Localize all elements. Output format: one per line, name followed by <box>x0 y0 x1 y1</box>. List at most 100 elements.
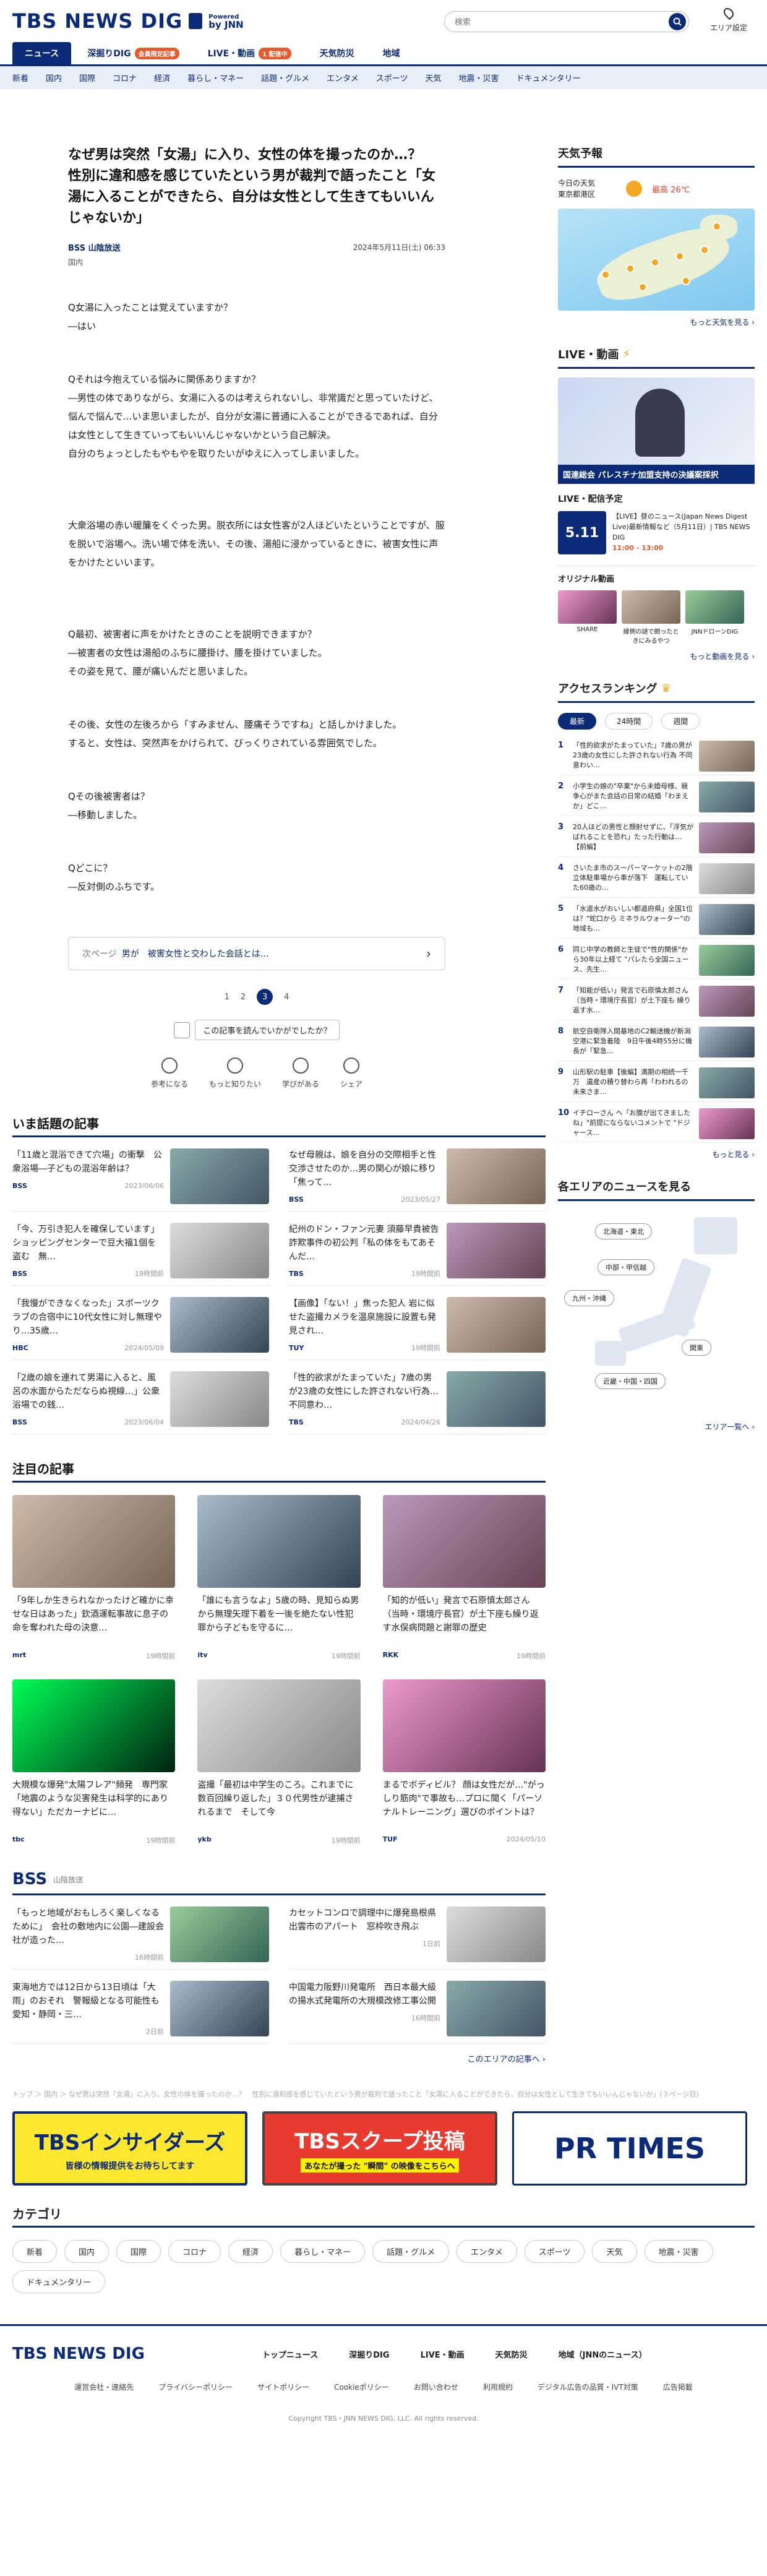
local-item[interactable]: カセットコンロで調理中に爆発島根県出雲市のアパート 窓枠吹き飛ぶ 1日前 <box>289 1895 546 1970</box>
page-link[interactable]: 2 <box>241 993 246 1002</box>
category-chip[interactable]: 新着 <box>12 2240 58 2263</box>
region-setting[interactable]: エリア設定 <box>710 6 747 33</box>
hot-item[interactable]: 「我慢ができなくなった」スポーツクラブの合宿中に10代女性に対し無理やり…35歳… <box>12 1286 269 1360</box>
subnav-item[interactable]: コロナ <box>113 72 137 84</box>
footer-sublink[interactable]: 利用規約 <box>483 2382 513 2392</box>
search-button[interactable] <box>669 13 686 30</box>
footer-link[interactable]: トップニュース <box>262 2348 318 2360</box>
live-plan-item[interactable]: 5.11 【LIVE】昼のニュース(Japan News Digest Live… <box>558 511 755 554</box>
reaction-learn[interactable]: 学びがある <box>282 1058 319 1089</box>
hot-item[interactable]: 「今、万引き犯人を確保しています」ショッピングセンターで豆大福1個を盗む 無… B… <box>12 1212 269 1286</box>
featured-item[interactable]: 「9年しか生きられなかったけど確かに幸せな日はあった」欽酒運転事故に息子の命を奪… <box>12 1495 176 1661</box>
original-video[interactable]: JNNドローンDIG <box>685 590 744 645</box>
article-category[interactable]: 国内 <box>68 257 445 267</box>
hot-item[interactable]: 「性的欲求がたまっていた」7歳の男が23歳の女性にした許されない行為…不同意わ…… <box>289 1360 546 1434</box>
tab-dig[interactable]: 深掘りDIG 会員限定記事 <box>75 42 191 64</box>
original-video[interactable]: 縁側の謎で朗ったときにみるやつ <box>622 590 680 645</box>
featured-item[interactable]: 「知的が低い」発言で石原慎太郎さん（当時・環境庁長官）が土下座も繰り返す水俣病問… <box>382 1495 546 1661</box>
subnav-item[interactable]: 話題・グルメ <box>261 72 309 84</box>
footer-sublink[interactable]: サイトポリシー <box>257 2382 309 2392</box>
search-input[interactable] <box>455 17 669 27</box>
category-chip[interactable]: 国内 <box>64 2240 109 2263</box>
hot-item[interactable]: 「11歳と混浴できて穴場」の衝撃 公衆浴場―子どもの混浴年齢は？ BSS 2023/… <box>12 1137 269 1212</box>
prtimes-banner[interactable]: PR TIMES <box>512 2111 747 2186</box>
footer-sublink[interactable]: デジタル広告の品質・IVT対策 <box>538 2382 638 2392</box>
hot-item[interactable]: 【画像】「ない！」焦った犯人 岩に似せた盗撮カメラを温泉施設に設置も発見され… T… <box>289 1286 546 1360</box>
page-link[interactable]: 1 <box>225 993 229 1002</box>
local-item[interactable]: 中国電力阪野川発電所 西日本最大級の揚水式発電所の大規模改修工事公開 16時間前 <box>289 1970 546 2044</box>
hot-item[interactable]: なぜ母親は、娘を自分の交際相手と性交渉させたのか…男の関心が娘に移り「焦って… B… <box>289 1137 546 1212</box>
hot-item[interactable]: 「2歳の娘を連れて男湯に入ると、風呂の水面からただならぬ視線…」公衆浴場での銭…… <box>12 1360 269 1434</box>
ranking-item[interactable]: 6 同じ中学の教師と生徒で"性的関係"から30年以上経て "パレたら全国ニュース、… <box>558 939 755 980</box>
category-chip[interactable]: 地震・災害 <box>644 2240 713 2263</box>
category-chip[interactable]: 国際 <box>116 2240 161 2263</box>
local-item[interactable]: 「もっと地域がおもしろく楽しくなるために」 会社の敷地内に公園―建設会社が造った… <box>12 1895 269 1970</box>
footer-sublink[interactable]: プライバシーポリシー <box>158 2382 233 2392</box>
local-item[interactable]: 東海地方では12日から13日頃は「大雨」のおそれ 警報級となる可能性も 愛知・静… <box>12 1970 269 2044</box>
reaction-more[interactable]: もっと知りたい <box>209 1058 261 1089</box>
area-button-hokkaido[interactable]: 北海道・東北 <box>595 1223 652 1239</box>
featured-item[interactable]: 盗撮「最初は中学生のころ。これまでに数百回繰り返した」３０代男性が逮捕されるまで… <box>197 1679 361 1845</box>
tab-news[interactable]: ニュース <box>12 42 72 64</box>
subnav-item[interactable]: エンタメ <box>327 72 359 84</box>
insiders-banner[interactable]: TBSインサイダーズ 皆様の情報提供をお待ちしてます <box>12 2111 247 2186</box>
category-chip[interactable]: スポーツ <box>524 2240 585 2263</box>
category-chip[interactable]: 経済 <box>228 2240 273 2263</box>
next-page-link[interactable]: 次ページ 男が 被害女性と交わした会話とは… › <box>68 937 445 970</box>
subnav-item[interactable]: スポーツ <box>376 72 408 84</box>
tab-weather[interactable]: 天気防災 <box>307 42 367 64</box>
ranking-item[interactable]: 2 小学生の娘の"卒業"から未婚母様、競争心がまた会話の日常の結婚「わまえか」どこ… <box>558 775 755 816</box>
area-button-kyushu[interactable]: 九州・沖縄 <box>564 1290 614 1306</box>
category-chip[interactable]: ドキュメンタリー <box>12 2270 106 2293</box>
featured-item[interactable]: 「誰にも言うなよ」5歳の時、見知らぬ男から無理矢理下着を一後を絶たない性犯罪から… <box>197 1495 361 1661</box>
site-logo[interactable]: TBS NEWS DIG Powered by JNN <box>12 9 244 33</box>
footer-link[interactable]: LIVE・動画 <box>421 2348 465 2360</box>
footer-sublink[interactable]: 運営会社・連絡先 <box>74 2382 134 2392</box>
footer-sublink[interactable]: お問い合わせ <box>414 2382 458 2392</box>
subnav-item[interactable]: 経済 <box>154 72 170 84</box>
area-button-kinki[interactable]: 近畿・中国・四国 <box>595 1373 666 1389</box>
featured-item[interactable]: まるでボディビル？ 顔は女性だが…"がっしり筋肉"で事故も…プロに聞く「パーソナ… <box>382 1679 546 1845</box>
page-link[interactable]: 4 <box>284 993 289 1002</box>
footer-sublink[interactable]: Cookieポリシー <box>334 2382 389 2392</box>
local-logo[interactable]: BSS <box>12 1870 47 1889</box>
category-chip[interactable]: エンタメ <box>456 2240 517 2263</box>
original-video[interactable]: SHARE <box>558 590 617 645</box>
subnav-item[interactable]: 新着 <box>12 72 28 84</box>
ranking-item[interactable]: 7 「知能が低い」発言で石原慎太郎さん（当時・環境庁長官）が土下座も 繰り返す水… <box>558 980 755 1020</box>
tab-region[interactable]: 地域 <box>371 42 413 64</box>
article-source[interactable]: BSS 山陰放送 <box>68 241 121 253</box>
ranking-tab-week[interactable]: 週間 <box>661 713 700 730</box>
footer-link[interactable]: 地域（JNNのニュース） <box>559 2348 647 2360</box>
footer-link[interactable]: 深掘りDIG <box>349 2348 389 2360</box>
ranking-tab-24h[interactable]: 24時間 <box>605 713 653 730</box>
scoop-banner[interactable]: TBSスクープ投稿 あなたが撮った "瞬間" の映像をこちらへ <box>262 2111 497 2186</box>
footer-link[interactable]: 天気防災 <box>495 2348 528 2360</box>
ranking-item[interactable]: 8 航空自衛隊入間基地のC2輸送機が新潟空港に緊急着陸 9日午後4時55分に機長が… <box>558 1020 755 1061</box>
live-video[interactable]: 国連総会 パレスチナ加盟支持の決議案採択 <box>558 377 755 484</box>
video-more-link[interactable]: もっと動画を見る › <box>558 651 755 661</box>
weather-more-link[interactable]: もっと天気を見る › <box>558 317 755 327</box>
subnav-item[interactable]: ドキュメンタリー <box>516 72 581 84</box>
reaction-share[interactable]: シェア <box>340 1058 362 1089</box>
ranking-item[interactable]: 1 「性的欲求がたまっていた」7歳の男が23歳の女性にした許されない行為 不同意わ… <box>558 734 755 775</box>
subnav-item[interactable]: 暮らし・マネー <box>187 72 244 84</box>
footer-sublink[interactable]: 広告掲載 <box>663 2382 693 2392</box>
breadcrumb[interactable]: トップ ＞ 国内 ＞ なぜ男は突然「女湯」に入り、女性の体を撮ったのか…？ 性別… <box>0 2089 767 2099</box>
ranking-tab-latest[interactable]: 最新 <box>558 713 597 730</box>
ranking-item[interactable]: 3 20人ほどの男性と顔射せずに、「浮気がばれることを恐れ」たった行動は…【前編】 <box>558 816 755 857</box>
category-chip[interactable]: コロナ <box>168 2240 221 2263</box>
featured-item[interactable]: 大規模な爆発"太陽フレア"頻発 専門家「地震のような災害発生は科学的にあり得ない… <box>12 1679 176 1845</box>
ranking-item[interactable]: 9 山形駅の駐車【後編】満期の相続一千万 遺産の積り替わら再「わわれるの未来さま… <box>558 1061 755 1102</box>
weather-map[interactable] <box>558 209 755 311</box>
subnav-item[interactable]: 地震・災害 <box>459 72 499 84</box>
ranking-item[interactable]: 5 「水道水がおいしい都道府県」全国1位は？"蛇口から ミネラルウォーター"の地域… <box>558 898 755 939</box>
ranking-item[interactable]: 4 さいたま市のスーパーマーケットの2階立体駐車場から車が落下 運転していた60歳… <box>558 857 755 898</box>
area-more-link[interactable]: エリア一覧へ › <box>558 1421 755 1432</box>
subnav-item[interactable]: 天気 <box>425 72 441 84</box>
weather-summary[interactable]: 今日の天気 東京都港区 最高 26℃ <box>558 178 755 200</box>
footer-logo[interactable]: TBS NEWS DIG <box>12 2345 145 2363</box>
local-more-link[interactable]: このエリアの記事へ › <box>12 2053 546 2064</box>
subnav-item[interactable]: 国際 <box>79 72 95 84</box>
ranking-item[interactable]: 10 イチローさん へ「お腹が出てきましたね」"前提にならないコメントで "ドジャ… <box>558 1102 755 1143</box>
